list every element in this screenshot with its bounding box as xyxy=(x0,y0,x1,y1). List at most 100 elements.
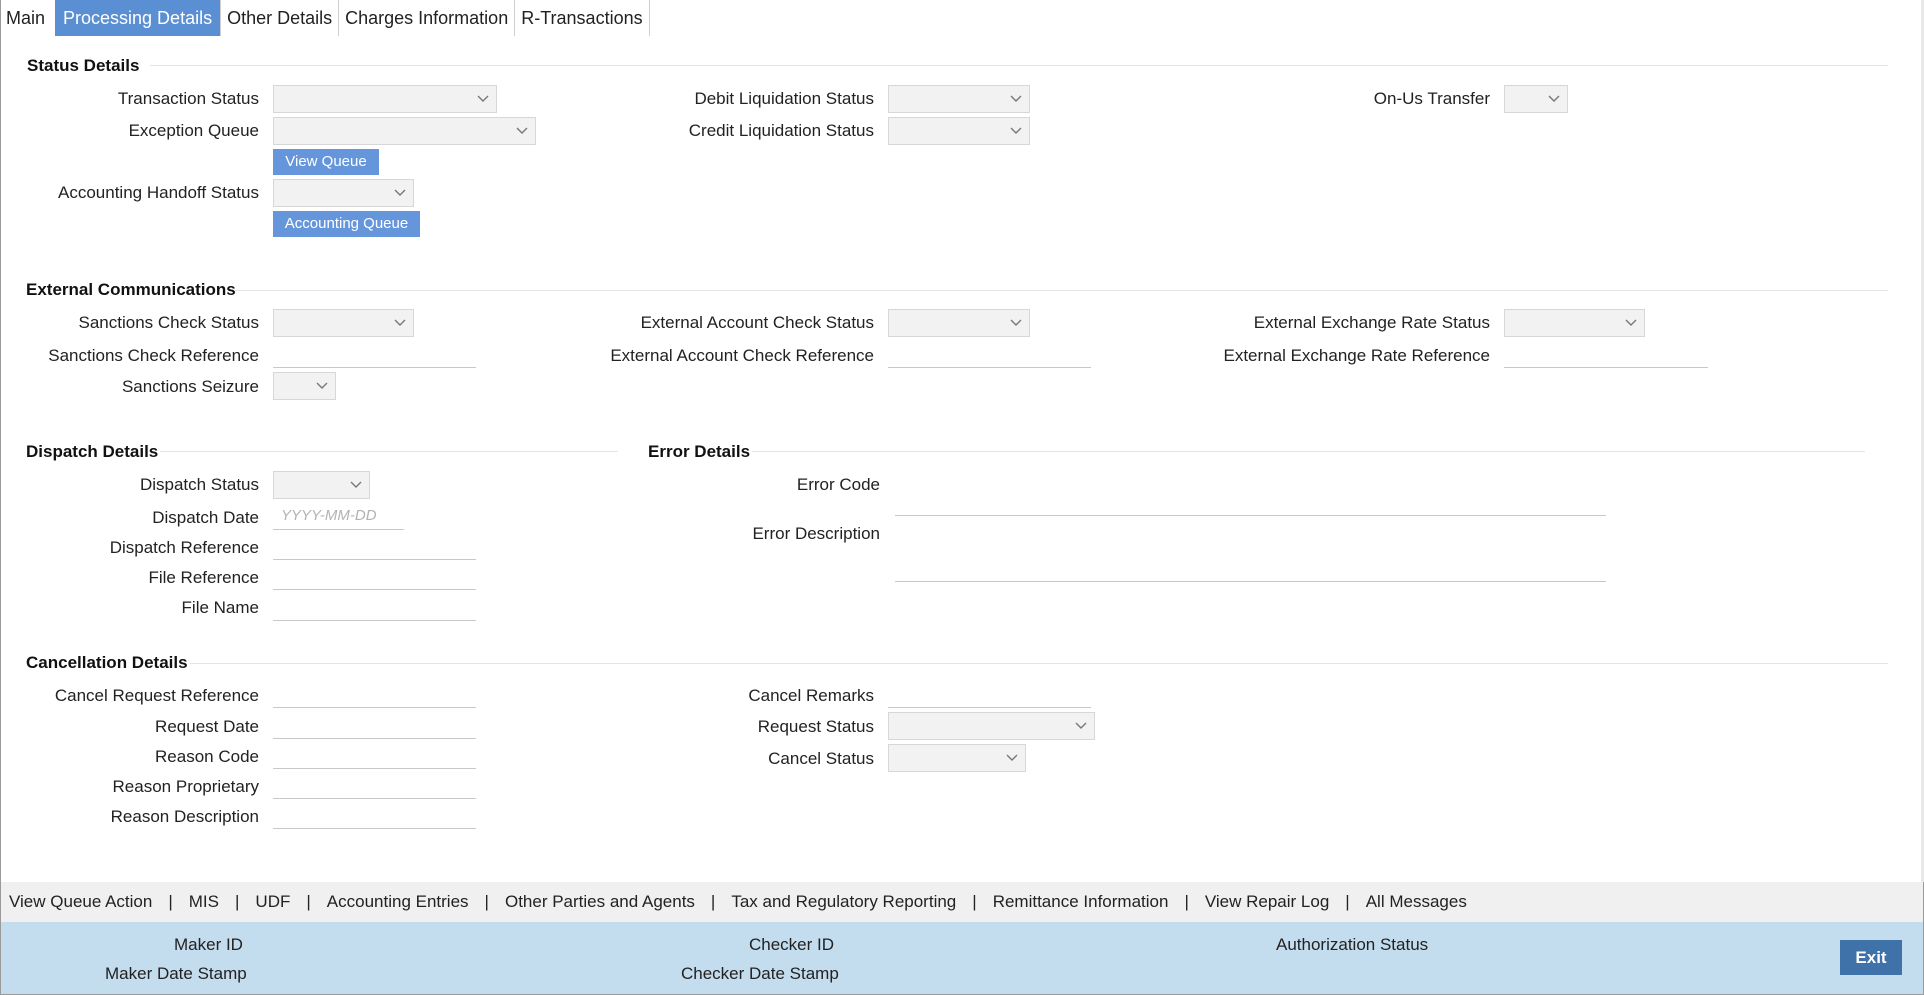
credit-liquidation-status-label: Credit Liquidation Status xyxy=(688,121,874,140)
accounting-handoff-status-select[interactable] xyxy=(273,179,414,207)
file-reference-field[interactable] xyxy=(273,562,476,590)
request-status-select[interactable] xyxy=(888,712,1095,740)
exception-queue-select[interactable] xyxy=(273,117,536,145)
error-code-label: Error Code xyxy=(796,475,880,494)
link-separator: | xyxy=(710,892,716,911)
sanctions-check-status-label: Sanctions Check Status xyxy=(78,313,259,332)
external-exchange-rate-status-label: External Exchange Rate Status xyxy=(1253,313,1490,332)
link-udf[interactable]: UDF xyxy=(255,892,290,912)
reason-proprietary-label: Reason Proprietary xyxy=(112,777,259,796)
dispatch-reference-field[interactable] xyxy=(273,532,476,560)
error-code-field[interactable] xyxy=(895,487,1606,516)
file-name-field[interactable] xyxy=(273,593,476,621)
dispatch-date-placeholder: YYYY-MM-DD xyxy=(281,507,377,524)
sanctions-check-reference-label: Sanctions Check Reference xyxy=(48,346,259,365)
action-links-bar: View Queue Action | MIS | UDF | Accounti… xyxy=(1,882,1923,922)
exception-queue-label: Exception Queue xyxy=(128,121,259,140)
tab-r-transactions[interactable]: R-Transactions xyxy=(515,0,650,36)
exit-button[interactable]: Exit xyxy=(1840,940,1902,975)
cancel-remarks-field[interactable] xyxy=(888,680,1091,708)
transaction-status-select[interactable] xyxy=(273,85,497,113)
link-all-messages[interactable]: All Messages xyxy=(1366,892,1467,912)
debit-liquidation-status-select[interactable] xyxy=(888,85,1030,113)
accounting-queue-button[interactable]: Accounting Queue xyxy=(273,211,420,237)
dispatch-date-field[interactable]: YYYY-MM-DD xyxy=(273,502,404,530)
cancel-request-reference-label: Cancel Request Reference xyxy=(54,686,259,705)
section-divider xyxy=(190,663,1888,664)
dispatch-date-label: Dispatch Date xyxy=(152,508,259,527)
cancel-remarks-label: Cancel Remarks xyxy=(748,686,874,705)
chevron-down-icon xyxy=(1010,124,1022,136)
chevron-down-icon xyxy=(1548,92,1560,104)
chevron-down-icon xyxy=(394,186,406,198)
link-other-parties-and-agents[interactable]: Other Parties and Agents xyxy=(505,892,695,912)
section-divider xyxy=(160,451,618,452)
sanctions-seizure-label: Sanctions Seizure xyxy=(121,377,259,396)
sanctions-check-status-select[interactable] xyxy=(273,309,414,337)
cancel-status-select[interactable] xyxy=(888,744,1026,772)
authorization-status-label: Authorization Status xyxy=(1276,935,1429,954)
external-communications-title: External Communications xyxy=(26,280,236,299)
request-date-label: Request Date xyxy=(155,717,259,736)
external-account-check-reference-field[interactable] xyxy=(888,340,1091,368)
chevron-down-icon xyxy=(1006,751,1018,763)
tab-bar: Main Processing Details Other Details Ch… xyxy=(0,0,650,36)
external-account-check-status-select[interactable] xyxy=(888,309,1030,337)
on-us-transfer-select[interactable] xyxy=(1504,85,1568,113)
external-account-check-status-label: External Account Check Status xyxy=(640,313,874,332)
link-tax-and-regulatory-reporting[interactable]: Tax and Regulatory Reporting xyxy=(731,892,956,912)
link-separator: | xyxy=(484,892,489,911)
credit-liquidation-status-select[interactable] xyxy=(888,117,1030,145)
link-separator: | xyxy=(306,892,311,911)
sanctions-check-reference-field[interactable] xyxy=(273,340,476,368)
maker-id-label: Maker ID xyxy=(174,935,243,954)
chevron-down-icon xyxy=(1625,316,1637,328)
link-view-repair-log[interactable]: View Repair Log xyxy=(1205,892,1329,912)
reason-description-field[interactable] xyxy=(273,801,476,829)
tab-other-details[interactable]: Other Details xyxy=(221,0,340,36)
section-divider xyxy=(234,290,1888,291)
chevron-down-icon xyxy=(516,124,528,136)
link-view-queue-action[interactable]: View Queue Action xyxy=(9,892,152,912)
dispatch-reference-label: Dispatch Reference xyxy=(109,538,259,557)
link-separator: | xyxy=(1345,892,1350,911)
link-mis[interactable]: MIS xyxy=(189,892,219,912)
error-description-field[interactable] xyxy=(895,520,1606,582)
tab-charges-information[interactable]: Charges Information xyxy=(339,0,516,36)
chevron-down-icon xyxy=(1010,92,1022,104)
audit-footer xyxy=(1,922,1923,994)
external-exchange-rate-status-select[interactable] xyxy=(1504,309,1645,337)
transaction-status-label: Transaction Status xyxy=(117,89,259,108)
dispatch-status-label: Dispatch Status xyxy=(139,475,259,494)
dispatch-status-select[interactable] xyxy=(273,471,370,499)
error-description-label: Error Description xyxy=(752,524,880,543)
view-queue-button[interactable]: View Queue xyxy=(273,149,379,175)
cancel-request-reference-field[interactable] xyxy=(273,680,476,708)
external-exchange-rate-reference-label: External Exchange Rate Reference xyxy=(1223,346,1491,365)
request-date-field[interactable] xyxy=(273,711,476,739)
link-accounting-entries[interactable]: Accounting Entries xyxy=(327,892,469,912)
chevron-down-icon xyxy=(316,379,328,391)
chevron-down-icon xyxy=(477,92,489,104)
link-separator: | xyxy=(168,892,173,911)
link-remittance-information[interactable]: Remittance Information xyxy=(993,892,1169,912)
external-account-check-reference-label: External Account Check Reference xyxy=(610,346,874,365)
status-details-title: Status Details xyxy=(27,56,140,75)
on-us-transfer-label: On-Us Transfer xyxy=(1373,89,1490,108)
sanctions-seizure-select[interactable] xyxy=(273,372,336,400)
chevron-down-icon xyxy=(1010,316,1022,328)
reason-code-field[interactable] xyxy=(273,741,476,769)
reason-code-label: Reason Code xyxy=(155,747,259,766)
reason-proprietary-field[interactable] xyxy=(273,771,476,799)
file-reference-label: File Reference xyxy=(148,568,259,587)
dispatch-details-title: Dispatch Details xyxy=(26,442,159,461)
chevron-down-icon xyxy=(394,316,406,328)
section-divider xyxy=(150,65,1888,66)
section-divider xyxy=(752,451,1865,452)
tab-main[interactable]: Main xyxy=(0,0,51,36)
tab-processing-details[interactable]: Processing Details xyxy=(55,0,222,36)
reason-description-label: Reason Description xyxy=(110,807,259,826)
debit-liquidation-status-label: Debit Liquidation Status xyxy=(694,89,874,108)
external-exchange-rate-reference-field[interactable] xyxy=(1504,340,1708,368)
accounting-handoff-status-label: Accounting Handoff Status xyxy=(58,183,259,202)
